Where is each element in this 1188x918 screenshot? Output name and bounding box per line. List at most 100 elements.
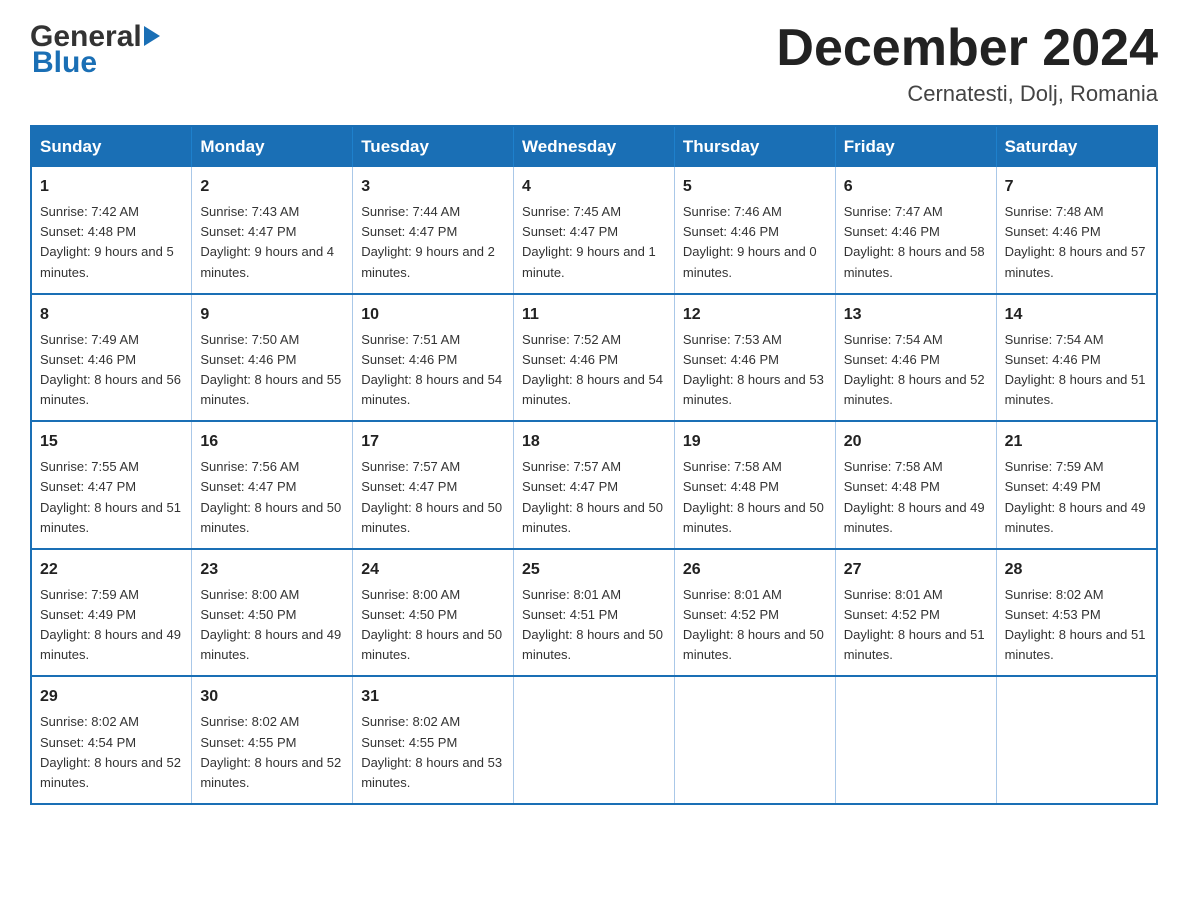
calendar-cell: 28Sunrise: 8:02 AMSunset: 4:53 PMDayligh… bbox=[996, 549, 1157, 677]
calendar-week-row: 15 Sunrise: 7:55 AMSunset: 4:47 PMDayligh… bbox=[31, 421, 1157, 549]
calendar-cell: 4 Sunrise: 7:45 AMSunset: 4:47 PMDaylight… bbox=[514, 167, 675, 294]
day-number: 31 bbox=[361, 685, 505, 709]
logo: General Blue bbox=[30, 20, 160, 80]
day-number: 24 bbox=[361, 558, 505, 582]
day-info: Sunrise: 7:56 AMSunset: 4:47 PMDaylight:… bbox=[200, 457, 344, 538]
weekday-header-monday: Monday bbox=[192, 126, 353, 167]
weekday-header-thursday: Thursday bbox=[674, 126, 835, 167]
day-number: 17 bbox=[361, 430, 505, 454]
day-number: 4 bbox=[522, 175, 666, 199]
day-number: 8 bbox=[40, 303, 183, 327]
page-header: General Blue December 2024 Cernatesti, D… bbox=[30, 20, 1158, 107]
day-number: 19 bbox=[683, 430, 827, 454]
calendar-cell: 25 Sunrise: 8:01 AMSunset: 4:51 PMDayligh… bbox=[514, 549, 675, 677]
weekday-header-sunday: Sunday bbox=[31, 126, 192, 167]
day-info: Sunrise: 7:58 AMSunset: 4:48 PMDaylight:… bbox=[844, 457, 988, 538]
calendar-cell: 11 Sunrise: 7:52 AMSunset: 4:46 PMDayligh… bbox=[514, 294, 675, 422]
day-number: 25 bbox=[522, 558, 666, 582]
calendar-cell: 30Sunrise: 8:02 AMSunset: 4:55 PMDayligh… bbox=[192, 676, 353, 804]
day-info: Sunrise: 7:44 AMSunset: 4:47 PMDaylight:… bbox=[361, 202, 505, 283]
day-info: Sunrise: 8:02 AMSunset: 4:54 PMDaylight:… bbox=[40, 712, 183, 793]
day-info: Sunrise: 8:02 AMSunset: 4:55 PMDaylight:… bbox=[361, 712, 505, 793]
calendar-body: 1 Sunrise: 7:42 AMSunset: 4:48 PMDaylight… bbox=[31, 167, 1157, 804]
calendar-week-row: 29 Sunrise: 8:02 AMSunset: 4:54 PMDayligh… bbox=[31, 676, 1157, 804]
calendar-cell: 24 Sunrise: 8:00 AMSunset: 4:50 PMDayligh… bbox=[353, 549, 514, 677]
day-number: 21 bbox=[1005, 430, 1148, 454]
calendar-cell: 29 Sunrise: 8:02 AMSunset: 4:54 PMDayligh… bbox=[31, 676, 192, 804]
weekday-header-tuesday: Tuesday bbox=[353, 126, 514, 167]
calendar-cell bbox=[996, 676, 1157, 804]
day-info: Sunrise: 7:47 AMSunset: 4:46 PMDaylight:… bbox=[844, 202, 988, 283]
calendar-cell: 10 Sunrise: 7:51 AMSunset: 4:46 PMDayligh… bbox=[353, 294, 514, 422]
calendar-cell: 1 Sunrise: 7:42 AMSunset: 4:48 PMDaylight… bbox=[31, 167, 192, 294]
calendar-cell: 26Sunrise: 8:01 AMSunset: 4:52 PMDayligh… bbox=[674, 549, 835, 677]
day-info: Sunrise: 7:49 AMSunset: 4:46 PMDaylight:… bbox=[40, 330, 183, 411]
calendar-week-row: 8 Sunrise: 7:49 AMSunset: 4:46 PMDaylight… bbox=[31, 294, 1157, 422]
day-info: Sunrise: 7:43 AMSunset: 4:47 PMDaylight:… bbox=[200, 202, 344, 283]
calendar-cell: 22Sunrise: 7:59 AMSunset: 4:49 PMDayligh… bbox=[31, 549, 192, 677]
calendar-cell: 18 Sunrise: 7:57 AMSunset: 4:47 PMDayligh… bbox=[514, 421, 675, 549]
weekday-header-friday: Friday bbox=[835, 126, 996, 167]
day-number: 14 bbox=[1005, 303, 1148, 327]
day-number: 7 bbox=[1005, 175, 1148, 199]
day-number: 9 bbox=[200, 303, 344, 327]
calendar-cell: 12Sunrise: 7:53 AMSunset: 4:46 PMDayligh… bbox=[674, 294, 835, 422]
calendar-cell: 17 Sunrise: 7:57 AMSunset: 4:47 PMDayligh… bbox=[353, 421, 514, 549]
day-info: Sunrise: 8:01 AMSunset: 4:52 PMDaylight:… bbox=[683, 585, 827, 666]
calendar-cell: 21 Sunrise: 7:59 AMSunset: 4:49 PMDayligh… bbox=[996, 421, 1157, 549]
day-info: Sunrise: 7:42 AMSunset: 4:48 PMDaylight:… bbox=[40, 202, 183, 283]
day-info: Sunrise: 7:52 AMSunset: 4:46 PMDaylight:… bbox=[522, 330, 666, 411]
day-info: Sunrise: 7:51 AMSunset: 4:46 PMDaylight:… bbox=[361, 330, 505, 411]
day-number: 11 bbox=[522, 303, 666, 327]
calendar-cell: 8 Sunrise: 7:49 AMSunset: 4:46 PMDaylight… bbox=[31, 294, 192, 422]
calendar-header: SundayMondayTuesdayWednesdayThursdayFrid… bbox=[31, 126, 1157, 167]
logo-arrow-icon bbox=[144, 26, 160, 46]
day-info: Sunrise: 7:50 AMSunset: 4:46 PMDaylight:… bbox=[200, 330, 344, 411]
weekday-header-wednesday: Wednesday bbox=[514, 126, 675, 167]
day-number: 13 bbox=[844, 303, 988, 327]
day-info: Sunrise: 7:46 AMSunset: 4:46 PMDaylight:… bbox=[683, 202, 827, 283]
day-number: 6 bbox=[844, 175, 988, 199]
day-number: 16 bbox=[200, 430, 344, 454]
day-info: Sunrise: 8:02 AMSunset: 4:53 PMDaylight:… bbox=[1005, 585, 1148, 666]
day-info: Sunrise: 8:00 AMSunset: 4:50 PMDaylight:… bbox=[200, 585, 344, 666]
day-info: Sunrise: 7:59 AMSunset: 4:49 PMDaylight:… bbox=[40, 585, 183, 666]
day-info: Sunrise: 8:00 AMSunset: 4:50 PMDaylight:… bbox=[361, 585, 505, 666]
calendar-cell: 7 Sunrise: 7:48 AMSunset: 4:46 PMDaylight… bbox=[996, 167, 1157, 294]
day-info: Sunrise: 8:02 AMSunset: 4:55 PMDaylight:… bbox=[200, 712, 344, 793]
day-number: 10 bbox=[361, 303, 505, 327]
calendar-cell: 6 Sunrise: 7:47 AMSunset: 4:46 PMDaylight… bbox=[835, 167, 996, 294]
calendar-cell bbox=[514, 676, 675, 804]
calendar-cell: 19 Sunrise: 7:58 AMSunset: 4:48 PMDayligh… bbox=[674, 421, 835, 549]
day-number: 1 bbox=[40, 175, 183, 199]
day-info: Sunrise: 7:45 AMSunset: 4:47 PMDaylight:… bbox=[522, 202, 666, 283]
day-number: 3 bbox=[361, 175, 505, 199]
day-info: Sunrise: 8:01 AMSunset: 4:51 PMDaylight:… bbox=[522, 585, 666, 666]
day-info: Sunrise: 7:48 AMSunset: 4:46 PMDaylight:… bbox=[1005, 202, 1148, 283]
day-info: Sunrise: 7:58 AMSunset: 4:48 PMDaylight:… bbox=[683, 457, 827, 538]
title-block: December 2024 Cernatesti, Dolj, Romania bbox=[776, 20, 1158, 107]
day-number: 15 bbox=[40, 430, 183, 454]
day-number: 2 bbox=[200, 175, 344, 199]
day-info: Sunrise: 7:59 AMSunset: 4:49 PMDaylight:… bbox=[1005, 457, 1148, 538]
day-number: 18 bbox=[522, 430, 666, 454]
day-number: 29 bbox=[40, 685, 183, 709]
weekday-header-saturday: Saturday bbox=[996, 126, 1157, 167]
day-info: Sunrise: 7:54 AMSunset: 4:46 PMDaylight:… bbox=[1005, 330, 1148, 411]
day-number: 5 bbox=[683, 175, 827, 199]
weekday-header-row: SundayMondayTuesdayWednesdayThursdayFrid… bbox=[31, 126, 1157, 167]
calendar-week-row: 1 Sunrise: 7:42 AMSunset: 4:48 PMDaylight… bbox=[31, 167, 1157, 294]
calendar-cell: 20 Sunrise: 7:58 AMSunset: 4:48 PMDayligh… bbox=[835, 421, 996, 549]
day-number: 23 bbox=[200, 558, 344, 582]
calendar-cell: 16 Sunrise: 7:56 AMSunset: 4:47 PMDayligh… bbox=[192, 421, 353, 549]
calendar-cell: 3 Sunrise: 7:44 AMSunset: 4:47 PMDaylight… bbox=[353, 167, 514, 294]
day-number: 12 bbox=[683, 303, 827, 327]
day-number: 20 bbox=[844, 430, 988, 454]
day-info: Sunrise: 7:55 AMSunset: 4:47 PMDaylight:… bbox=[40, 457, 183, 538]
calendar-cell bbox=[674, 676, 835, 804]
day-info: Sunrise: 7:57 AMSunset: 4:47 PMDaylight:… bbox=[361, 457, 505, 538]
day-info: Sunrise: 7:57 AMSunset: 4:47 PMDaylight:… bbox=[522, 457, 666, 538]
calendar-cell: 23 Sunrise: 8:00 AMSunset: 4:50 PMDayligh… bbox=[192, 549, 353, 677]
calendar-cell: 2 Sunrise: 7:43 AMSunset: 4:47 PMDaylight… bbox=[192, 167, 353, 294]
calendar-cell: 27Sunrise: 8:01 AMSunset: 4:52 PMDayligh… bbox=[835, 549, 996, 677]
